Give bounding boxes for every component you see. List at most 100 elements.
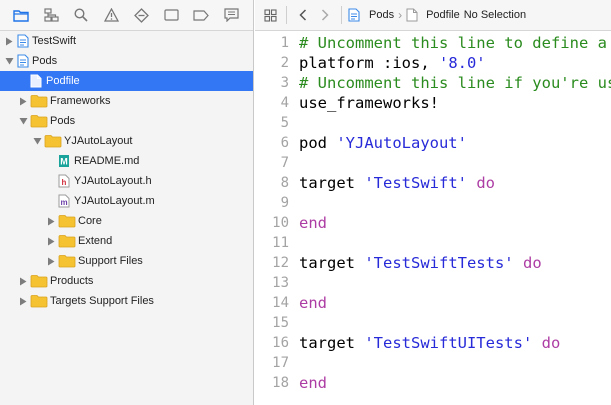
code-text: target 'TestSwiftUITests' do — [299, 333, 560, 353]
tree-row-extend[interactable]: Extend — [0, 231, 253, 251]
line-number: 11 — [272, 235, 289, 251]
disclosure-collapsed-icon[interactable] — [46, 256, 56, 266]
tree-row-readme-md[interactable]: M README.md — [0, 151, 253, 171]
forward-arrow-icon[interactable] — [314, 4, 336, 26]
folder-icon — [30, 274, 48, 288]
line-number: 7 — [280, 155, 289, 171]
disclosure-collapsed-icon[interactable] — [4, 36, 14, 46]
breadcrumb-label: Pods — [369, 9, 395, 21]
tree-item-label: Support Files — [78, 255, 143, 267]
tree-row-podfile[interactable]: Podfile — [0, 71, 253, 91]
svg-text:M: M — [60, 157, 68, 167]
code-token: platform :ios, — [299, 54, 439, 72]
tree-row-products[interactable]: Products — [0, 271, 253, 291]
folder-icon — [58, 254, 76, 268]
code-line[interactable]: 5 — [255, 113, 611, 133]
disclosure-collapsed-icon[interactable] — [46, 216, 56, 226]
folder-icon — [44, 134, 62, 148]
code-line[interactable]: 10 end — [255, 213, 611, 233]
disclosure-collapsed-icon[interactable] — [46, 236, 56, 246]
diamond-icon[interactable] — [126, 3, 156, 27]
code-line[interactable]: 6 pod 'YJAutoLayout' — [255, 133, 611, 153]
code-line[interactable]: 14 end — [255, 293, 611, 313]
code-text: end — [299, 213, 327, 233]
code-line[interactable]: 16 target 'TestSwiftUITests' do — [255, 333, 611, 353]
folder-icon — [58, 214, 76, 228]
tree-item-label: YJAutoLayout.m — [74, 195, 155, 207]
folder-icon[interactable] — [6, 3, 36, 27]
disclosure-collapsed-icon[interactable] — [18, 296, 28, 306]
tree-row-support-files[interactable]: Support Files — [0, 251, 253, 271]
chevron-right-icon: › — [398, 8, 403, 22]
line-number: 4 — [280, 95, 289, 111]
line-number: 6 — [280, 135, 289, 151]
project-navigator: TestSwift Pods Podfile Frameworks Pods YJAuto… — [0, 0, 254, 405]
line-number: 18 — [272, 375, 289, 391]
tree-row-pods[interactable]: Pods — [0, 51, 253, 71]
code-text: target 'TestSwiftTests' do — [299, 253, 542, 273]
file-icon — [406, 8, 422, 22]
breadcrumb: Pods › Podfile No Selection — [347, 8, 526, 22]
line-number: 10 — [272, 215, 289, 231]
tree-item-label: Targets Support Files — [50, 295, 154, 307]
code-area[interactable]: 1 # Uncomment this line to define a globa… — [255, 31, 611, 405]
tree-row-targets-support-files[interactable]: Targets Support Files — [0, 291, 253, 311]
breakpoint-icon[interactable] — [186, 3, 216, 27]
code-line[interactable]: 9 — [255, 193, 611, 213]
code-line[interactable]: 7 — [255, 153, 611, 173]
breadcrumb-item[interactable]: No Selection — [464, 9, 526, 21]
code-line[interactable]: 1 # Uncomment this line to define a globa… — [255, 33, 611, 53]
disclosure-expanded-icon[interactable] — [4, 56, 14, 66]
tree-row-testswift[interactable]: TestSwift — [0, 31, 253, 51]
tree-item-label: Podfile — [46, 75, 80, 87]
tree-row-frameworks[interactable]: Frameworks — [0, 91, 253, 111]
back-arrow-icon[interactable] — [292, 4, 314, 26]
navigator-toolbar — [0, 0, 253, 31]
code-line[interactable]: 17 — [255, 353, 611, 373]
line-number: 13 — [272, 275, 289, 291]
breadcrumb-item[interactable]: Pods — [347, 8, 394, 22]
line-number: 9 — [280, 195, 289, 211]
related-items-icon[interactable] — [259, 4, 281, 26]
disclosure-collapsed-icon[interactable] — [18, 96, 28, 106]
tests-icon[interactable] — [156, 3, 186, 27]
comment-icon[interactable] — [216, 3, 246, 27]
disclosure-collapsed-icon[interactable] — [18, 276, 28, 286]
code-line[interactable]: 18 end — [255, 373, 611, 393]
line-number: 8 — [280, 175, 289, 191]
code-token: use_frameworks! — [299, 94, 439, 112]
project-icon — [347, 8, 365, 22]
tree-item-label: YJAutoLayout.h — [74, 175, 152, 187]
code-line[interactable]: 2 platform :ios, '8.0' — [255, 53, 611, 73]
code-line[interactable]: 8 target 'TestSwift' do — [255, 173, 611, 193]
disclosure-expanded-icon[interactable] — [18, 116, 28, 126]
code-line[interactable]: 15 — [255, 313, 611, 333]
code-line[interactable]: 3 # Uncomment this line if you're using S… — [255, 73, 611, 93]
jump-bar-divider — [341, 6, 342, 24]
tree-row-yjautolayout-m[interactable]: m YJAutoLayout.m — [0, 191, 253, 211]
tree-row-pods[interactable]: Pods — [0, 111, 253, 131]
code-line[interactable]: 4 use_frameworks! — [255, 93, 611, 113]
disclosure-expanded-icon[interactable] — [32, 136, 42, 146]
code-line[interactable]: 11 — [255, 233, 611, 253]
line-number: 12 — [272, 255, 289, 271]
tree-row-yjautolayout[interactable]: YJAutoLayout — [0, 131, 253, 151]
code-token: # Uncomment this line to define a global… — [299, 34, 607, 52]
tree-row-yjautolayout-h[interactable]: h YJAutoLayout.h — [0, 171, 253, 191]
code-token: 'YJAutoLayout' — [336, 134, 467, 152]
breadcrumb-label: No Selection — [463, 9, 527, 21]
code-line[interactable]: 12 target 'TestSwiftTests' do — [255, 253, 611, 273]
source-editor: Pods › Podfile No Selection 1 # Uncomment th… — [255, 0, 611, 405]
hierarchy-icon[interactable] — [36, 3, 66, 27]
tree-row-core[interactable]: Core — [0, 211, 253, 231]
search-icon[interactable] — [66, 3, 96, 27]
warning-icon[interactable] — [96, 3, 126, 27]
code-token: target — [299, 334, 365, 352]
tree-item-label: Pods — [32, 55, 58, 67]
code-line[interactable]: 13 — [255, 273, 611, 293]
tree-item-label: TestSwift — [32, 35, 77, 47]
line-number: 16 — [272, 335, 289, 351]
breadcrumb-label: Podfile — [426, 9, 460, 21]
breadcrumb-item[interactable]: Podfile — [406, 8, 460, 22]
